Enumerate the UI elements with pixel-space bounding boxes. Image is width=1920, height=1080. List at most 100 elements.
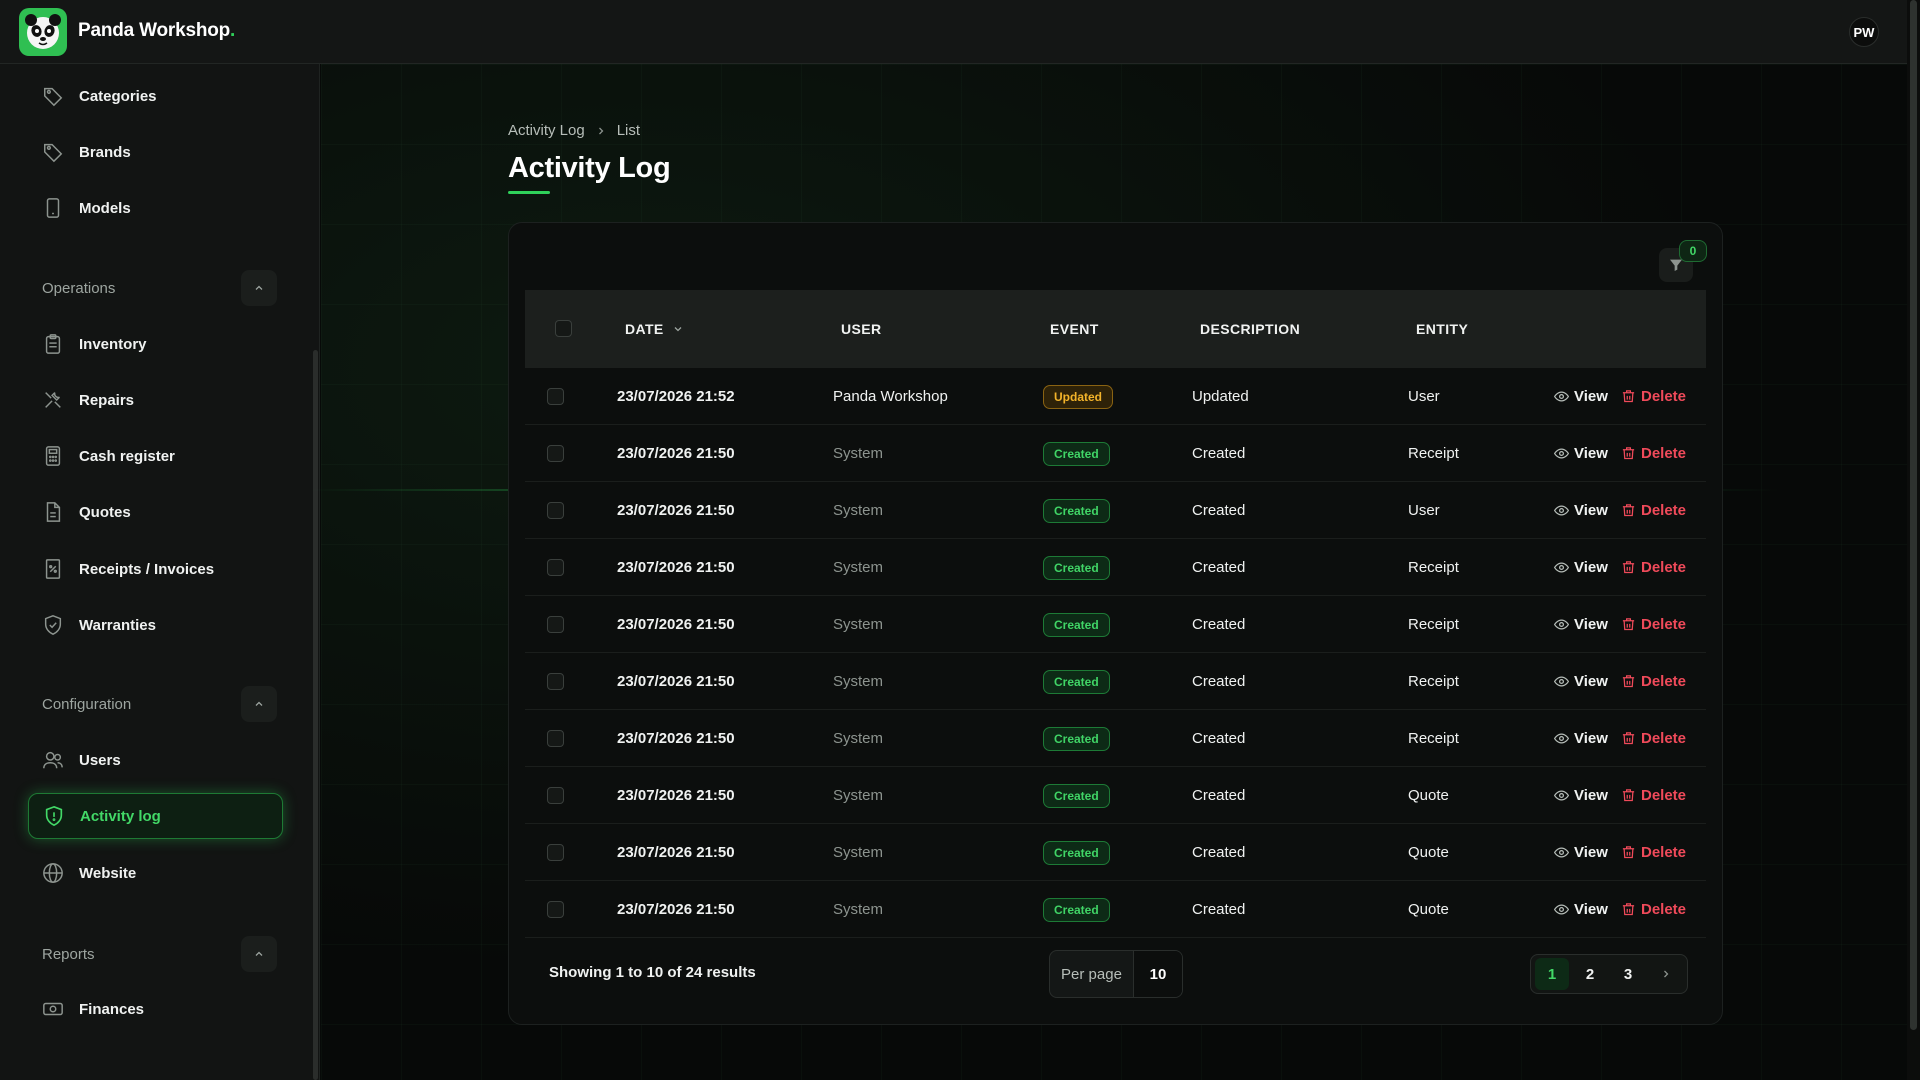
row-checkbox[interactable] — [547, 445, 564, 462]
delete-label: Delete — [1641, 388, 1687, 405]
view-button[interactable]: View — [1554, 844, 1608, 861]
event-badge: Created — [1043, 897, 1110, 922]
sidebar-item-quotes[interactable]: Quotes — [28, 489, 283, 535]
page-button[interactable]: 1 — [1535, 958, 1569, 990]
row-checkbox[interactable] — [547, 502, 564, 519]
sidebar-item-models[interactable]: Models — [28, 185, 283, 231]
view-button[interactable]: View — [1554, 787, 1608, 804]
row-description: Created — [1192, 502, 1246, 519]
sidebar-item-warranties[interactable]: Warranties — [28, 602, 283, 648]
sidebar-item-label: Website — [79, 864, 137, 882]
breadcrumb-parent-link[interactable]: Activity Log — [508, 122, 585, 139]
row-checkbox[interactable] — [547, 388, 564, 405]
nav-group-operations[interactable]: Operations — [42, 270, 277, 306]
view-label: View — [1574, 559, 1608, 576]
view-button[interactable]: View — [1554, 388, 1608, 405]
per-page-select[interactable]: Per page 10 — [1049, 950, 1183, 998]
brand-name[interactable]: Panda Workshop. — [78, 20, 235, 42]
delete-button[interactable]: Delete — [1621, 616, 1686, 633]
sidebar-item-label: Models — [79, 199, 131, 217]
pagination: 1 2 3 — [1530, 954, 1688, 994]
row-entity: User — [1408, 388, 1440, 405]
view-button[interactable]: View — [1554, 616, 1608, 633]
next-page-button[interactable] — [1649, 958, 1683, 990]
view-button[interactable]: View — [1554, 673, 1608, 690]
row-entity: User — [1408, 502, 1440, 519]
delete-button[interactable]: Delete — [1621, 730, 1686, 747]
row-date: 23/07/2026 21:50 — [617, 616, 735, 633]
event-badge: Created — [1043, 726, 1110, 751]
sidebar-item-brands[interactable]: Brands — [28, 129, 283, 175]
tag-icon — [44, 87, 63, 107]
row-checkbox[interactable] — [547, 844, 564, 861]
delete-button[interactable]: Delete — [1621, 502, 1686, 519]
row-user: System — [833, 616, 884, 633]
page-button[interactable]: 3 — [1611, 958, 1645, 990]
delete-button[interactable]: Delete — [1621, 901, 1686, 918]
select-all-checkbox[interactable] — [555, 320, 572, 337]
delete-button[interactable]: Delete — [1621, 844, 1686, 861]
row-checkbox[interactable] — [547, 901, 564, 918]
per-page-value[interactable]: 10 — [1134, 951, 1182, 997]
page-scrollbar-thumb[interactable] — [1910, 0, 1917, 1030]
sidebar-item-website[interactable]: Website — [28, 850, 283, 896]
page-button[interactable]: 2 — [1573, 958, 1607, 990]
view-label: View — [1574, 844, 1608, 861]
delete-button[interactable]: Delete — [1621, 559, 1686, 576]
nav-group-configuration[interactable]: Configuration — [42, 686, 277, 722]
row-user: System — [833, 559, 884, 576]
row-date: 23/07/2026 21:50 — [617, 502, 735, 519]
collapse-operations-button[interactable] — [241, 270, 277, 306]
nav-group-label: Operations — [42, 279, 116, 297]
sidebar-item-cash-register[interactable]: Cash register — [28, 433, 283, 479]
collapse-configuration-button[interactable] — [241, 686, 277, 722]
view-button[interactable]: View — [1554, 502, 1608, 519]
nav-group-reports[interactable]: Reports — [42, 936, 277, 972]
row-description: Created — [1192, 445, 1246, 462]
table-row: 23/07/2026 21:50 System Created Created Quot… — [525, 767, 1706, 824]
row-date: 23/07/2026 21:50 — [617, 787, 735, 804]
row-checkbox[interactable] — [547, 616, 564, 633]
view-button[interactable]: View — [1554, 901, 1608, 918]
column-label: DATE — [625, 321, 664, 337]
eye-icon — [1554, 847, 1569, 858]
row-checkbox[interactable] — [547, 730, 564, 747]
row-description: Created — [1192, 844, 1246, 861]
sidebar-item-label: Users — [79, 751, 121, 769]
delete-button[interactable]: Delete — [1621, 445, 1686, 462]
view-button[interactable]: View — [1554, 559, 1608, 576]
delete-button[interactable]: Delete — [1621, 673, 1686, 690]
sidebar-item-repairs[interactable]: Repairs — [28, 377, 283, 423]
delete-button[interactable]: Delete — [1621, 787, 1686, 804]
receipt-icon — [45, 559, 61, 579]
user-avatar[interactable]: PW — [1849, 17, 1879, 47]
nav-group-label: Configuration — [42, 695, 132, 713]
row-user: System — [833, 673, 884, 690]
chevron-up-icon — [255, 701, 263, 706]
row-checkbox[interactable] — [547, 559, 564, 576]
view-button[interactable]: View — [1554, 730, 1608, 747]
column-entity-header: ENTITY — [1416, 321, 1469, 337]
sidebar-scrollbar[interactable] — [313, 350, 318, 1080]
chevron-right-icon — [598, 127, 604, 134]
row-date: 23/07/2026 21:50 — [617, 844, 735, 861]
sidebar-item-receipts-invoices[interactable]: Receipts / Invoices — [28, 546, 283, 592]
page-scrollbar[interactable] — [1907, 0, 1920, 1080]
sidebar-item-activity-log[interactable]: Activity log — [28, 793, 283, 839]
collapse-reports-button[interactable] — [241, 936, 277, 972]
sidebar-item-categories[interactable]: Categories — [28, 73, 283, 119]
chevron-up-icon — [255, 285, 263, 290]
column-date-header[interactable]: DATE — [625, 290, 684, 368]
sidebar-item-inventory[interactable]: Inventory — [28, 321, 283, 367]
sidebar-item-finances[interactable]: Finances — [28, 986, 283, 1032]
row-checkbox[interactable] — [547, 787, 564, 804]
event-badge: Created — [1043, 840, 1110, 865]
sidebar-item-users[interactable]: Users — [28, 737, 283, 783]
delete-button[interactable]: Delete — [1621, 388, 1686, 405]
row-checkbox[interactable] — [547, 673, 564, 690]
panda-logo-icon[interactable] — [19, 8, 67, 56]
delete-label: Delete — [1641, 844, 1687, 861]
table-row: 23/07/2026 21:50 System Created Created Rece… — [525, 539, 1706, 596]
nav-group-label: Reports — [42, 945, 95, 963]
view-button[interactable]: View — [1554, 445, 1608, 462]
